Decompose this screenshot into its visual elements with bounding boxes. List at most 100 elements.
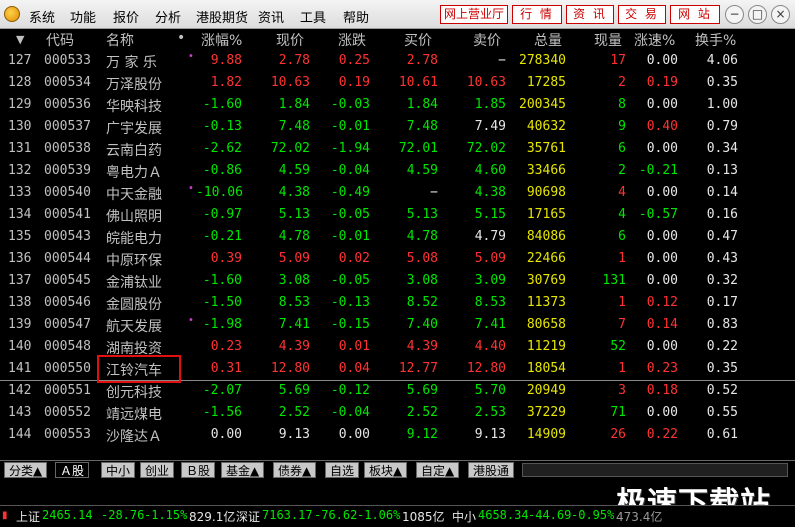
ask-price: 2.53 <box>474 405 506 420</box>
total-volume: 20949 <box>526 383 566 398</box>
maximize-icon[interactable]: □ <box>748 5 767 24</box>
table-row[interactable]: 143 000552 靖远煤电 -1.56 2.52 -0.04 2.52 2.53 37229… <box>0 403 795 425</box>
current-volume: 17 <box>610 53 626 68</box>
tab-sme[interactable]: 中小 <box>101 462 136 478</box>
col-ask[interactable]: 卖价 <box>473 30 501 50</box>
menu-tools[interactable]: 工具 <box>300 7 326 26</box>
change-percent: 9.88 <box>210 53 242 68</box>
table-row[interactable]: 129 000536 华映科技 -1.60 1.84 -0.03 1.84 1.85 20034… <box>0 95 795 117</box>
stock-name: 云南白药 <box>106 143 162 159</box>
menu-analysis[interactable]: 分析 <box>155 7 181 26</box>
table-row[interactable]: 139 000547 航天发展 • -1.98 7.41 -0.15 7.40 7.41 8065… <box>0 315 795 337</box>
current-price: 1.84 <box>278 97 310 112</box>
tab-hk-connect[interactable]: 港股通 <box>468 462 515 478</box>
change-percent: -1.50 <box>202 295 242 310</box>
col-change[interactable]: 涨跌 <box>338 30 366 50</box>
table-row[interactable]: 144 000553 沙隆达Ａ 0.00 9.13 0.00 9.12 9.13 14909 26… <box>0 425 795 447</box>
table-row[interactable]: 142 000551 创元科技 -2.07 5.69 -0.12 5.69 5.70 20949… <box>0 381 795 403</box>
col-pct[interactable]: 涨幅% <box>201 30 242 50</box>
turnover-rate: 0.22 <box>706 339 738 354</box>
row-index: 143 <box>8 405 32 420</box>
change-speed: 0.00 <box>646 405 678 420</box>
menu-help[interactable]: 帮助 <box>343 7 369 26</box>
change-percent: -10.06 <box>196 185 243 200</box>
menu-system[interactable]: 系统 <box>29 7 55 26</box>
ask-price: 1.85 <box>474 97 506 112</box>
stock-name: 沙隆达Ａ <box>106 429 162 445</box>
menu-news[interactable]: 资讯 <box>258 7 284 26</box>
total-volume: 18054 <box>526 361 566 376</box>
col-code[interactable]: 代码 <box>46 30 74 50</box>
col-bid[interactable]: 买价 <box>404 30 432 50</box>
menu-hk-futures[interactable]: 港股期货 <box>196 7 248 26</box>
menu-function[interactable]: 功能 <box>70 7 96 26</box>
tab-a-share[interactable]: Ａ股 <box>55 462 90 478</box>
sort-arrow-icon[interactable]: ▼ <box>16 33 24 46</box>
stock-name: 航天发展 <box>106 319 162 335</box>
row-index: 142 <box>8 383 32 398</box>
col-volume[interactable]: 总量 <box>534 30 562 50</box>
turnover-rate: 4.06 <box>706 53 738 68</box>
change-percent: -0.97 <box>202 207 242 222</box>
change-amount: -0.15 <box>330 317 370 332</box>
row-index: 130 <box>8 119 32 134</box>
news-button[interactable]: 资 讯 <box>566 5 614 24</box>
stock-code: 000551 <box>44 383 91 398</box>
table-row[interactable]: 128 000534 万泽股份 1.82 10.63 0.19 10.61 10.63 1728… <box>0 73 795 95</box>
table-row[interactable]: 133 000540 中天金融 • -10.06 4.38 -0.49 − 4.38 90698 4… <box>0 183 795 205</box>
market-button[interactable]: 行 情 <box>512 5 562 24</box>
row-index: 136 <box>8 251 32 266</box>
current-price: 12.80 <box>270 361 310 376</box>
tab-watchlist[interactable]: 自选 <box>325 462 360 478</box>
table-row[interactable]: 136 000544 中原环保 0.39 5.09 0.02 5.08 5.09 22466 1 0… <box>0 249 795 271</box>
table-row[interactable]: 127 000533 万 家 乐 • 9.88 2.78 0.25 2.78 −278340 17… <box>0 51 795 73</box>
close-icon[interactable]: × <box>771 5 790 24</box>
row-index: 140 <box>8 339 32 354</box>
change-percent: 0.23 <box>210 339 242 354</box>
col-speed[interactable]: 涨速% <box>634 30 675 50</box>
change-amount: -0.04 <box>330 405 370 420</box>
row-index: 138 <box>8 295 32 310</box>
table-row[interactable]: 135 000543 皖能电力 -0.21 4.78 -0.01 4.78 4.79 84086… <box>0 227 795 249</box>
ask-price: 72.02 <box>466 141 506 156</box>
zx-label: 中小 <box>452 510 477 524</box>
col-turnover[interactable]: 换手% <box>695 30 736 50</box>
online-hall-button[interactable]: 网上营业厅 <box>440 5 508 24</box>
turnover-rate: 0.83 <box>706 317 738 332</box>
tab-sector[interactable]: 板块▲ <box>364 462 408 478</box>
tab-gem[interactable]: 创业 <box>140 462 175 478</box>
tab-custom[interactable]: 自定▲ <box>416 462 460 478</box>
table-row[interactable]: 130 000537 广宇发展 -0.13 7.48 -0.01 7.48 7.49 40632… <box>0 117 795 139</box>
total-volume: 11373 <box>526 295 566 310</box>
table-row[interactable]: 138 000546 金圆股份 -1.50 8.53 -0.13 8.52 8.53 11373… <box>0 293 795 315</box>
table-row[interactable]: 132 000539 粤电力Ａ -0.86 4.59 -0.04 4.59 4.60 33466… <box>0 161 795 183</box>
website-button[interactable]: 网 站 <box>670 5 720 24</box>
col-name[interactable]: 名称 <box>106 30 134 50</box>
tab-b-share[interactable]: Ｂ股 <box>181 462 216 478</box>
col-dot: • <box>177 30 186 46</box>
sh-label: 上证 <box>16 510 41 524</box>
current-price: 2.78 <box>278 53 310 68</box>
tab-fund[interactable]: 基金▲ <box>221 462 265 478</box>
change-speed: 0.14 <box>646 317 678 332</box>
menu-quote[interactable]: 报价 <box>113 7 139 26</box>
change-amount: 0.02 <box>338 251 370 266</box>
col-current[interactable]: 现量 <box>594 30 622 50</box>
menu-bar: 系统 功能 报价 分析 港股期货 资讯 工具 帮助 网上营业厅 行 情 资 讯 … <box>0 0 795 29</box>
tab-bond[interactable]: 债券▲ <box>273 462 317 478</box>
col-price[interactable]: 现价 <box>276 30 304 50</box>
table-row[interactable]: 137 000545 金浦钛业 -1.60 3.08 -0.05 3.08 3.09 30769… <box>0 271 795 293</box>
horizontal-scrollbar[interactable] <box>522 463 788 477</box>
tab-category[interactable]: 分类▲ <box>4 462 48 478</box>
bid-price: − <box>430 185 438 200</box>
trade-button[interactable]: 交 易 <box>618 5 666 24</box>
change-amount: -0.04 <box>330 163 370 178</box>
bid-price: 4.78 <box>406 229 438 244</box>
table-row[interactable]: 131 000538 云南白药 -2.62 72.02 -1.94 72.01 72.02 35… <box>0 139 795 161</box>
row-index: 132 <box>8 163 32 178</box>
turnover-rate: 0.52 <box>706 383 738 398</box>
table-row[interactable]: 134 000541 佛山照明 -0.97 5.13 -0.05 5.13 5.15 17165… <box>0 205 795 227</box>
stock-code: 000545 <box>44 273 91 288</box>
bid-price: 72.01 <box>398 141 438 156</box>
minimize-icon[interactable]: − <box>725 5 744 24</box>
